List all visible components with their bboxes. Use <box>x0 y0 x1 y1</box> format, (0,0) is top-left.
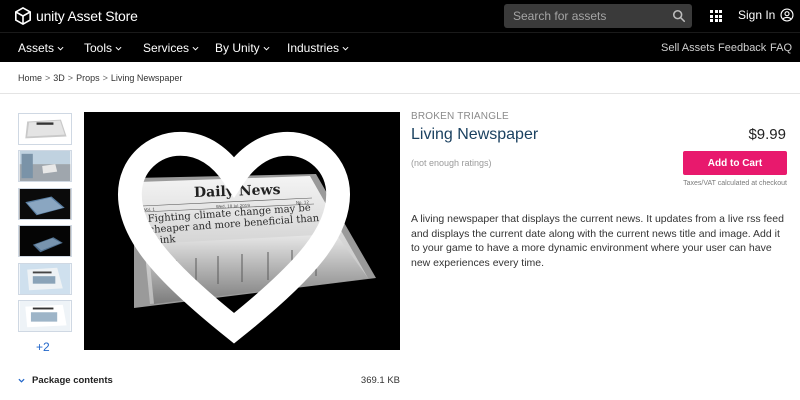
nav-by-unity[interactable]: By Unity <box>215 41 270 55</box>
chevron-down-icon <box>342 46 349 51</box>
sign-in-label: Sign In <box>738 8 776 22</box>
apps-grid-icon[interactable] <box>710 10 722 22</box>
top-header: unity Asset Store Sign In <box>0 0 800 32</box>
thumbnail-image <box>19 189 71 219</box>
search-box <box>504 4 692 28</box>
ratings-text: (not enough ratings) <box>411 158 492 168</box>
breadcrumb-home[interactable]: Home <box>18 73 42 83</box>
user-account-icon <box>780 8 794 22</box>
unity-cube-icon <box>14 7 32 25</box>
nav-label: Assets <box>18 41 55 55</box>
thumbnail-image <box>19 226 71 256</box>
more-thumbnails-link[interactable]: +2 <box>36 340 50 354</box>
faq-link[interactable]: FAQ <box>770 42 792 54</box>
add-to-cart-button[interactable]: Add to Cart <box>683 151 787 175</box>
chevron-down-icon <box>263 46 270 51</box>
thumbnail-4[interactable] <box>18 225 72 257</box>
search-icon[interactable] <box>672 9 686 23</box>
search-input[interactable] <box>504 4 664 28</box>
product-title: Living Newspaper <box>411 126 539 143</box>
chevron-down-icon <box>115 46 122 51</box>
nav-assets[interactable]: Assets <box>18 41 64 55</box>
thumbnail-5[interactable] <box>18 263 72 295</box>
package-contents-toggle[interactable]: Package contents 369.1 KB <box>18 375 400 389</box>
chevron-down-icon <box>192 46 199 51</box>
thumbnail-1[interactable] <box>18 113 72 145</box>
package-size: 369.1 KB <box>360 375 400 386</box>
publisher-name[interactable]: BROKEN TRIANGLE <box>411 111 509 122</box>
breadcrumb-props[interactable]: Props <box>76 73 100 83</box>
main-product-image[interactable]: Daily News Vol. 1 Wed, 10 Jul 2019 No. 1… <box>84 112 400 350</box>
heart-icon[interactable] <box>84 120 392 350</box>
feedback-link[interactable]: Feedback <box>718 42 766 54</box>
thumbnail-2[interactable] <box>18 150 72 182</box>
nav-services[interactable]: Services <box>143 41 199 55</box>
sell-assets-link[interactable]: Sell Assets <box>661 42 715 54</box>
breadcrumb-divider <box>0 93 800 94</box>
nav-label: Industries <box>287 41 340 55</box>
breadcrumb: Home >3D > Props > Living Newspaper <box>18 73 183 83</box>
nav-label: Tools <box>84 41 113 55</box>
chevron-down-icon <box>18 378 25 383</box>
thumbnail-6[interactable] <box>18 300 72 332</box>
thumbnail-image <box>19 301 71 331</box>
thumbnail-image <box>19 114 71 144</box>
thumbnail-image <box>19 264 71 294</box>
breadcrumb-3d[interactable]: 3D <box>53 73 65 83</box>
unity-logo[interactable]: unity Asset Store <box>14 7 138 25</box>
chevron-down-icon <box>57 46 64 51</box>
tax-note: Taxes/VAT calculated at checkout <box>683 180 787 187</box>
logo-text: unity Asset Store <box>36 8 138 24</box>
nav-label: By Unity <box>215 41 260 55</box>
sign-in-link[interactable]: Sign In <box>738 8 794 22</box>
nav-label: Services <box>143 41 190 55</box>
nav-tools[interactable]: Tools <box>84 41 122 55</box>
product-price: $9.99 <box>748 126 786 143</box>
thumbnail-3[interactable] <box>18 188 72 220</box>
breadcrumb-current: Living Newspaper <box>110 73 183 83</box>
thumbnail-image <box>19 151 71 181</box>
package-contents-label: Package contents <box>32 375 113 386</box>
product-description: A living newspaper that displays the cur… <box>411 213 784 269</box>
nav-industries[interactable]: Industries <box>287 41 349 55</box>
main-nav: Assets Tools Services By Unity Industrie… <box>0 32 800 62</box>
